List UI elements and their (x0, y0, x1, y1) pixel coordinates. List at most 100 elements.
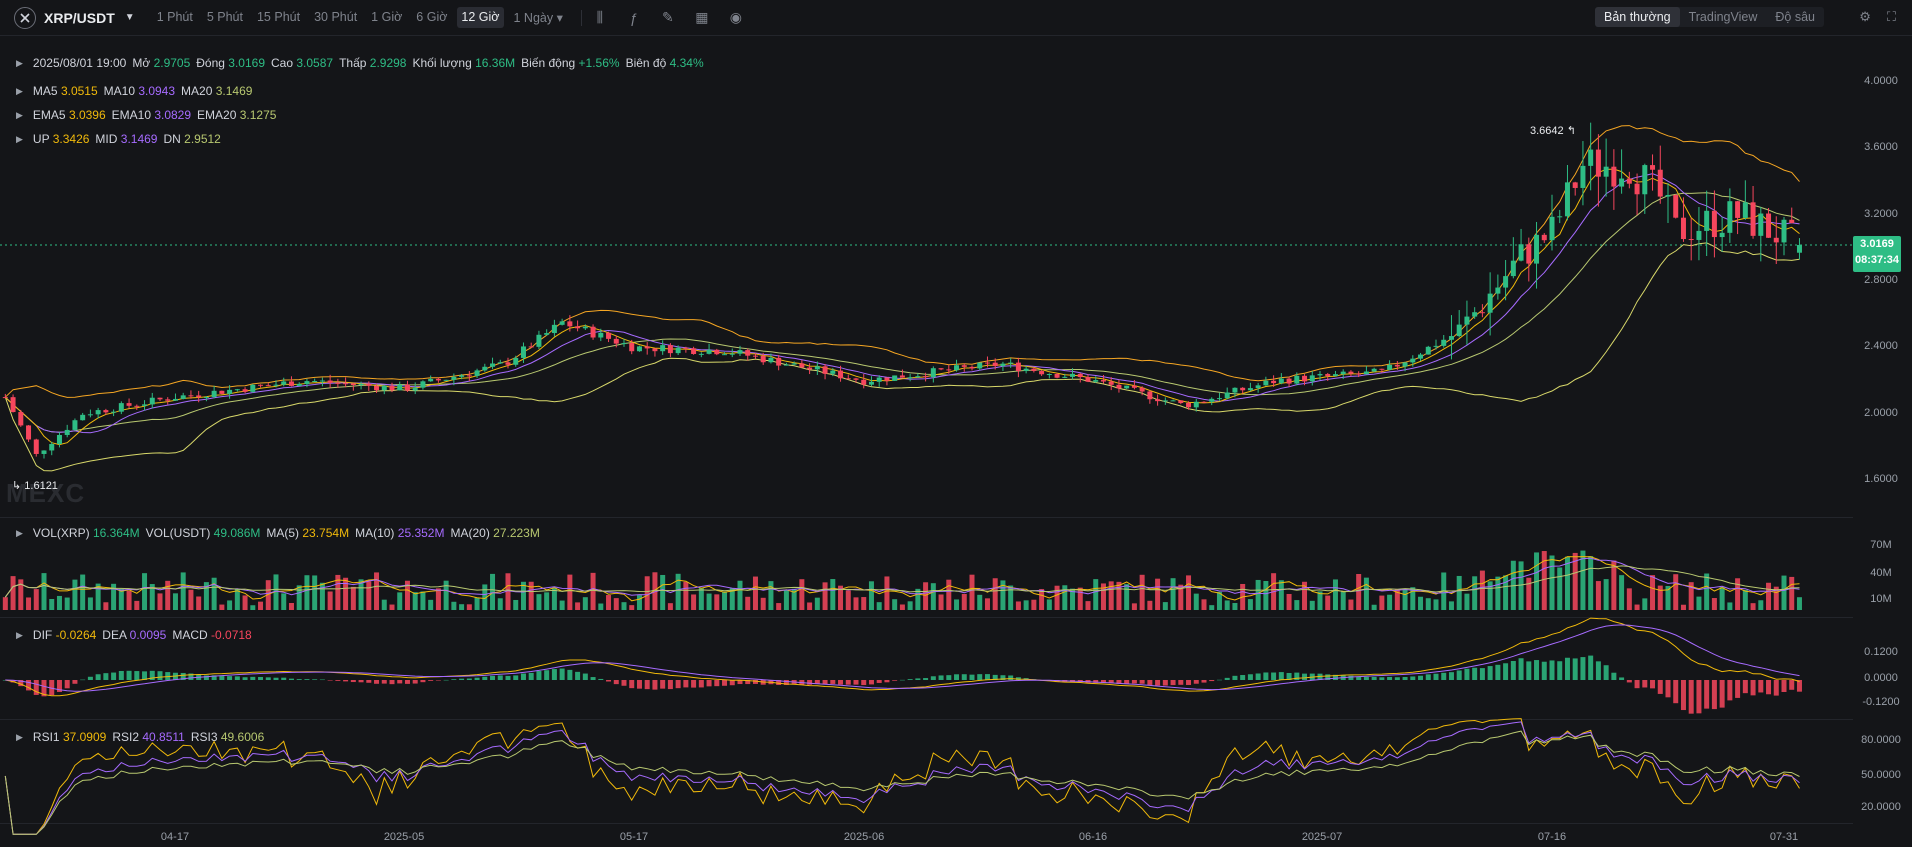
volume-bar (497, 598, 503, 610)
candle-body (520, 346, 526, 358)
macd-histogram-bar (1216, 679, 1222, 681)
macd-histogram-bar (1735, 680, 1741, 698)
macd-histogram-bar (575, 671, 581, 680)
volume-bar (172, 593, 178, 610)
macd-histogram-bar (1139, 680, 1145, 684)
volume-bar (613, 598, 619, 610)
indicator-axis-label: 10M (1870, 593, 1892, 605)
volume-bar (1472, 576, 1478, 610)
candle-body (1402, 362, 1408, 367)
macd-histogram-bar (1209, 680, 1215, 682)
candle-body (861, 379, 867, 385)
macd-histogram-bar (1611, 672, 1617, 680)
macd-histogram-bar (1448, 672, 1454, 680)
macd-histogram-bar (884, 680, 890, 683)
candle-body (1325, 374, 1331, 376)
macd-histogram-bar (103, 673, 109, 680)
macd-histogram-bar (281, 677, 287, 680)
volume-bar (1673, 574, 1679, 610)
candle-body (1100, 380, 1106, 382)
volume-bar (907, 601, 913, 610)
macd-histogram-bar (1425, 674, 1431, 680)
ma10-line (4, 173, 1800, 434)
macd-histogram-bar (1595, 661, 1601, 680)
candle-body (567, 321, 573, 327)
volume-bar (845, 590, 851, 610)
candle-body (923, 376, 929, 378)
volume-bar (10, 576, 16, 610)
macd-histogram-bar (830, 680, 836, 684)
candle-body (838, 370, 844, 379)
volume-bar (814, 597, 820, 610)
candle-body (1448, 336, 1454, 340)
candle-countdown: 08:37:34 (1854, 254, 1900, 266)
candle-body (1642, 165, 1648, 195)
volume-bar (126, 590, 132, 610)
candle-body (1139, 387, 1145, 392)
price-chart[interactable] (0, 0, 1853, 847)
volume-bar (1526, 577, 1532, 610)
candle-body (1650, 165, 1656, 170)
candle-body (459, 375, 465, 377)
candle-body (722, 354, 728, 356)
macd-histogram-bar (1147, 680, 1153, 685)
volume-bar (1742, 589, 1748, 610)
volume-bar (250, 605, 256, 610)
volume-bar (1186, 575, 1192, 610)
volume-bar (397, 592, 403, 610)
candle-body (1657, 169, 1663, 197)
volume-bar (636, 595, 642, 610)
volume-bar (1711, 598, 1717, 610)
macd-histogram-bar (435, 680, 441, 681)
candle-body (1309, 375, 1315, 382)
fullscreen-icon[interactable]: ⛶ (1887, 9, 1896, 25)
candle-body (95, 410, 101, 415)
candle-body (1332, 374, 1338, 376)
volume-bar (930, 583, 936, 610)
candle-body (1216, 398, 1222, 400)
candle-body (1487, 293, 1493, 313)
macd-histogram-bar (227, 676, 233, 680)
candle-body (714, 349, 720, 355)
candle-body (420, 381, 426, 388)
volume-bar (428, 599, 434, 610)
candle-body (776, 357, 782, 366)
candle-body (219, 390, 225, 394)
volume-bar (1139, 574, 1145, 610)
volume-bar (946, 579, 952, 610)
candle-body (435, 378, 441, 381)
candle-body (242, 389, 248, 392)
macd-histogram-bar (683, 680, 689, 688)
volume-bar (304, 575, 310, 610)
volume-bar (374, 572, 380, 610)
settings-icon[interactable]: ⚙ (1859, 9, 1871, 25)
macd-histogram-bar (868, 680, 874, 685)
volume-bar (1549, 555, 1555, 610)
candle-body (737, 350, 743, 354)
macd-histogram-bar (1758, 680, 1764, 693)
candle-body (1147, 391, 1153, 400)
candle-body (1619, 178, 1625, 187)
candle-body (1766, 213, 1772, 238)
candle-body (1773, 237, 1779, 243)
candle-body (1665, 194, 1671, 197)
volume-bar (459, 604, 465, 610)
macd-histogram-bar (1131, 680, 1137, 684)
indicator-axis-label: 0.1200 (1864, 646, 1898, 658)
candle-body (729, 353, 735, 355)
candle-body (497, 362, 503, 364)
candle-body (1688, 239, 1694, 241)
macd-histogram-bar (1387, 676, 1393, 680)
volume-bar (706, 593, 712, 610)
candle-body (1673, 194, 1679, 218)
volume-bar (1062, 585, 1068, 610)
candle-body (536, 334, 542, 347)
macd-histogram-bar (923, 678, 929, 680)
candle-body (938, 368, 944, 370)
price-axis-label: 2.8000 (1864, 274, 1898, 286)
volume-bar (1611, 560, 1617, 610)
candle-body (80, 414, 86, 421)
volume-bar (196, 596, 202, 610)
macd-histogram-bar (381, 680, 387, 684)
macd-histogram-bar (977, 674, 983, 680)
